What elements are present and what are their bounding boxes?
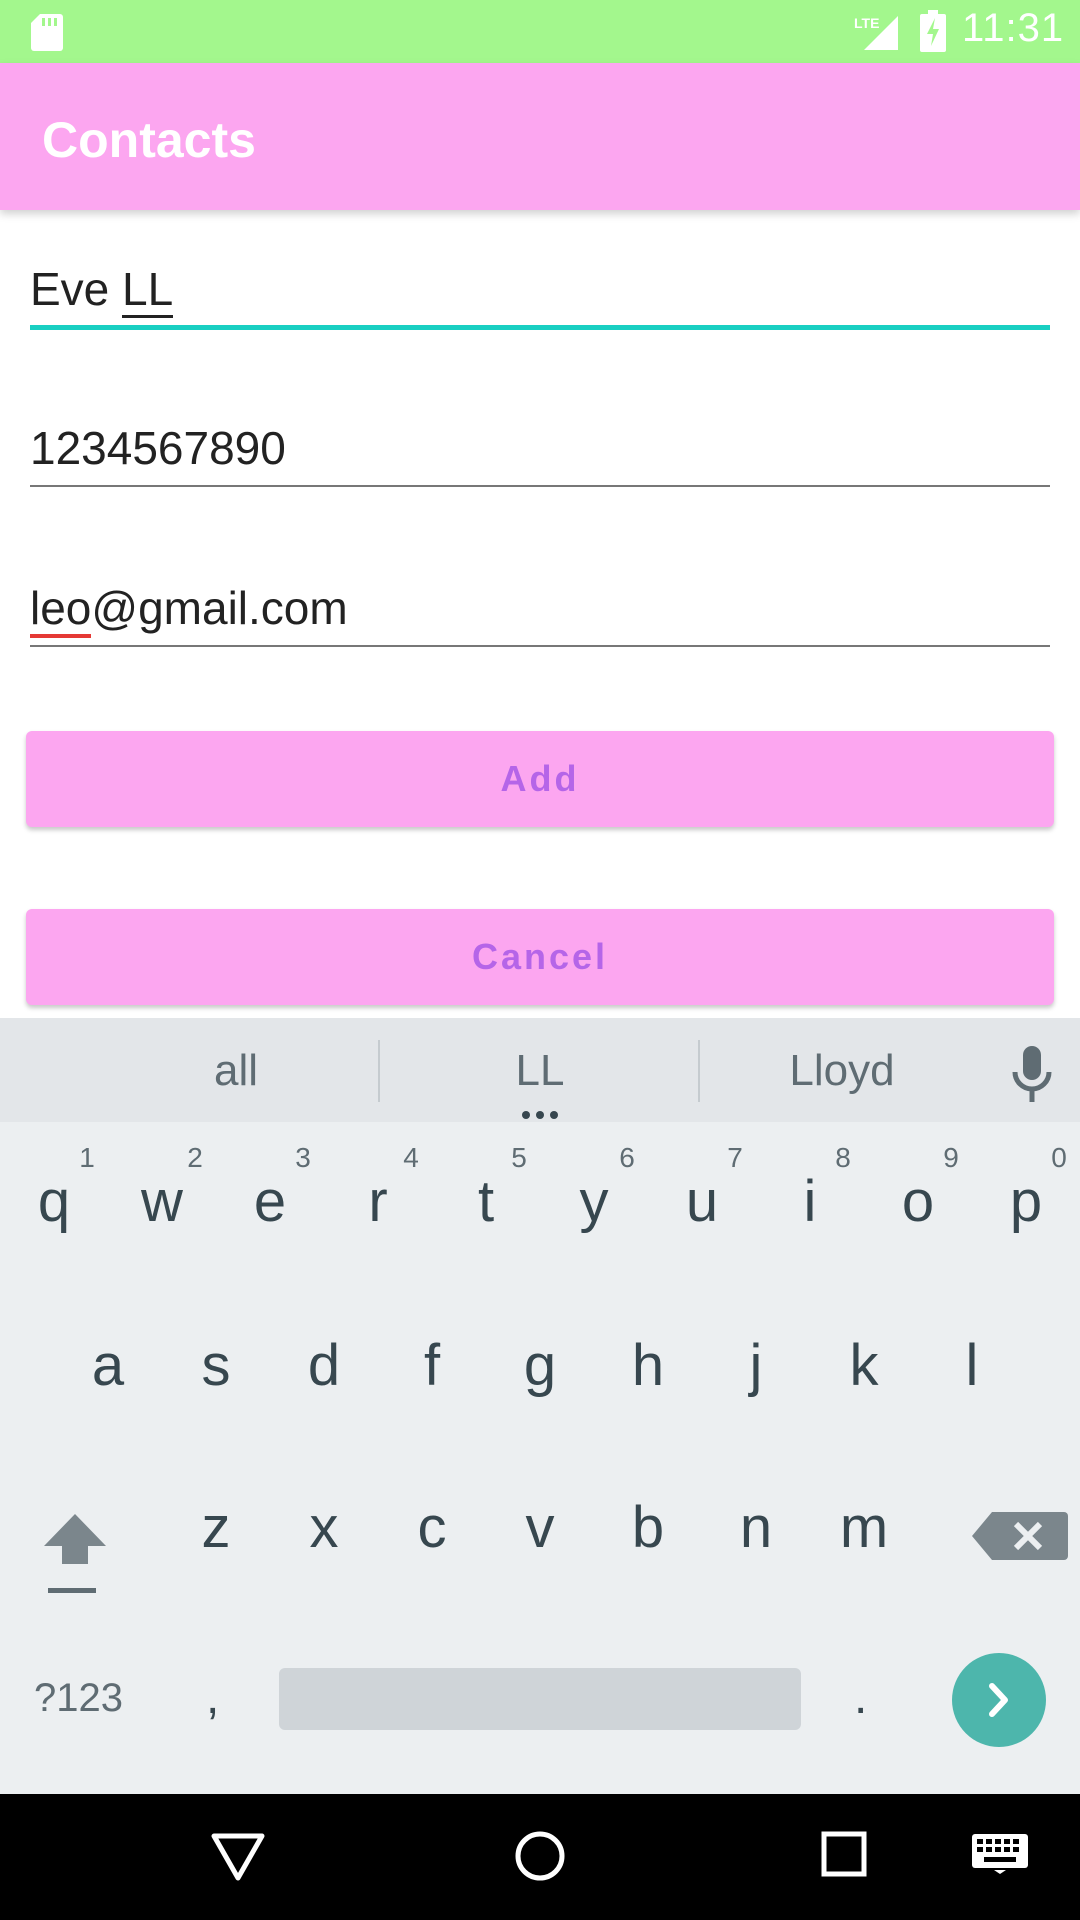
key-m[interactable]: m xyxy=(814,1494,914,1561)
key-x[interactable]: x xyxy=(274,1494,374,1561)
spellcheck-word: leo xyxy=(30,582,92,638)
comma-key[interactable]: , xyxy=(206,1670,219,1725)
name-field-underline xyxy=(30,325,1050,330)
clock: 11:31 xyxy=(962,6,1065,50)
key-w[interactable]: w xyxy=(112,1168,212,1235)
cancel-button[interactable]: Cancel xyxy=(26,909,1054,1005)
soft-keyboard: all LL Lloyd 1 2 3 4 5 6 7 8 9 0 q w e r… xyxy=(0,1018,1080,1794)
key-g[interactable]: g xyxy=(490,1332,590,1399)
key-k[interactable]: k xyxy=(814,1332,914,1399)
key-y[interactable]: y xyxy=(544,1168,644,1235)
status-bar: LTE 11:31 xyxy=(0,0,1080,63)
lte-signal-icon: LTE xyxy=(854,15,898,50)
key-j[interactable]: j xyxy=(706,1332,806,1399)
email-field-underline xyxy=(30,645,1050,647)
period-key[interactable]: . xyxy=(854,1670,867,1725)
key-b[interactable]: b xyxy=(598,1494,698,1561)
suggestion-1[interactable]: all xyxy=(86,1046,386,1096)
svg-text:LTE: LTE xyxy=(854,15,879,31)
more-suggestions-icon xyxy=(522,1111,558,1119)
battery-charging-icon xyxy=(920,10,946,52)
phone-field-underline xyxy=(30,485,1050,487)
key-s[interactable]: s xyxy=(166,1332,266,1399)
suggestion-3[interactable]: Lloyd xyxy=(692,1046,992,1096)
page-title: Contacts xyxy=(42,112,256,168)
enter-arrow-icon xyxy=(989,1683,1008,1717)
symbols-key[interactable]: ?123 xyxy=(34,1676,123,1721)
navigation-bar xyxy=(0,1794,1080,1920)
nav-home-icon[interactable] xyxy=(512,1828,568,1884)
nav-back-icon[interactable] xyxy=(210,1832,266,1882)
sd-card-icon xyxy=(31,14,63,51)
suggestion-2[interactable]: LL xyxy=(390,1046,690,1096)
backspace-icon[interactable] xyxy=(970,1510,1070,1562)
phone-field-value: 1234567890 xyxy=(30,422,286,474)
add-button[interactable]: Add xyxy=(26,731,1054,827)
mic-icon[interactable] xyxy=(1010,1046,1054,1102)
key-e[interactable]: e xyxy=(220,1168,320,1235)
shift-icon[interactable] xyxy=(40,1508,110,1603)
nav-recents-icon[interactable] xyxy=(820,1830,868,1878)
key-d[interactable]: d xyxy=(274,1332,374,1399)
key-r[interactable]: r xyxy=(328,1168,428,1235)
enter-key[interactable] xyxy=(952,1653,1046,1747)
divider xyxy=(378,1040,380,1102)
key-i[interactable]: i xyxy=(760,1168,860,1235)
composing-text: LL xyxy=(122,263,174,318)
key-n[interactable]: n xyxy=(706,1494,806,1561)
key-q[interactable]: q xyxy=(4,1168,104,1235)
email-field[interactable]: leo@gmail.com xyxy=(30,577,1050,647)
suggestion-strip: all LL Lloyd xyxy=(0,1018,1080,1122)
key-p[interactable]: p xyxy=(976,1168,1076,1235)
email-field-value: leo@gmail.com xyxy=(30,581,348,638)
name-field-value: Eve LL xyxy=(30,262,174,318)
space-bar[interactable] xyxy=(279,1668,801,1730)
name-field[interactable]: Eve LL xyxy=(30,258,1050,330)
key-o[interactable]: o xyxy=(868,1168,968,1235)
phone-field[interactable]: 1234567890 xyxy=(30,417,1050,487)
key-f[interactable]: f xyxy=(382,1332,482,1399)
key-u[interactable]: u xyxy=(652,1168,752,1235)
key-z[interactable]: z xyxy=(166,1494,266,1561)
key-h[interactable]: h xyxy=(598,1332,698,1399)
key-v[interactable]: v xyxy=(490,1494,590,1561)
key-a[interactable]: a xyxy=(58,1332,158,1399)
key-c[interactable]: c xyxy=(382,1494,482,1561)
keyboard-icon[interactable] xyxy=(972,1834,1028,1874)
key-l[interactable]: l xyxy=(922,1332,1022,1399)
key-t[interactable]: t xyxy=(436,1168,536,1235)
app-bar: Contacts xyxy=(0,63,1080,210)
